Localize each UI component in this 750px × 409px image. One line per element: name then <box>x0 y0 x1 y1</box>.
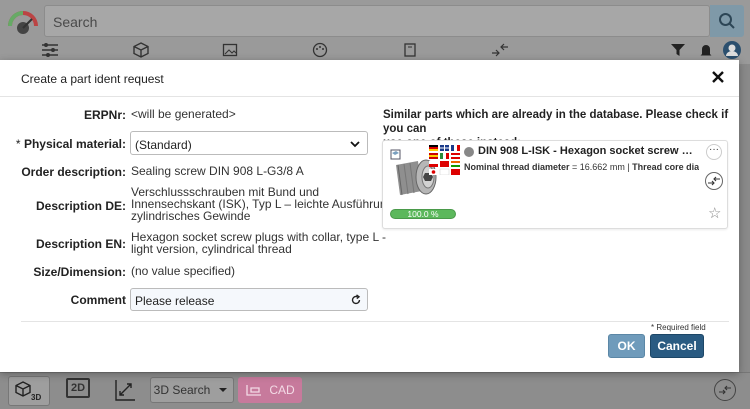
palette-icon[interactable] <box>312 40 328 60</box>
app-header: Search <box>0 0 750 64</box>
dimension-icon <box>115 380 135 401</box>
part-title[interactable]: DIN 908 L-ISK - Hexagon socket screw plu… <box>478 145 694 157</box>
search-button[interactable] <box>710 5 744 37</box>
chevron-down-icon <box>350 141 360 148</box>
compare-button[interactable] <box>714 379 736 401</box>
comment-value: Please release <box>135 294 215 308</box>
comment-label: Comment <box>70 293 126 307</box>
similarity-progress-bar: 100.0 % <box>390 209 456 219</box>
dialog-header-divider <box>0 96 739 97</box>
order-description-value: Sealing screw DIN 908 L-G3/8 A <box>131 164 304 178</box>
attribute-label: Thread core diameter <box>632 162 699 172</box>
similar-parts-heading-line: Similar parts which are already in the d… <box>383 109 729 135</box>
view-2d-button[interactable]: 2D <box>66 378 90 398</box>
compare-arrows-icon[interactable] <box>490 40 510 60</box>
cad-icon <box>246 385 262 396</box>
user-avatar-icon[interactable] <box>722 40 742 60</box>
image-icon[interactable] <box>222 40 238 60</box>
ok-button[interactable]: OK <box>608 334 645 358</box>
material-select-value: (Standard) <box>135 138 192 152</box>
toolbar <box>0 40 750 62</box>
description-en-label: Description EN: <box>35 237 126 251</box>
search-input[interactable]: Search <box>44 5 710 37</box>
cube-icon[interactable] <box>132 40 150 60</box>
comment-input[interactable]: Please release <box>130 288 368 311</box>
dimension-button[interactable] <box>113 377 137 403</box>
part-attributes: Nominal thread diameter = 16.662 mm | Th… <box>464 162 699 172</box>
bell-icon[interactable] <box>698 40 714 60</box>
compare-part-button[interactable] <box>705 172 723 190</box>
size-dimension-label: Size/Dimension: <box>33 265 126 279</box>
material-label-text: Physical material: <box>23 137 126 151</box>
material-select[interactable]: (Standard) <box>130 131 368 155</box>
description-de-value: Verschlussschrauben mit Bund und Innense… <box>131 186 397 222</box>
part-ident-request-dialog: Create a part ident request ERPNr: <will… <box>0 60 739 372</box>
caret-down-icon <box>219 388 228 392</box>
search-placeholder: Search <box>53 14 98 30</box>
size-dimension-value: (no value specified) <box>131 264 236 278</box>
attribute-label: Nominal thread diameter <box>464 162 570 172</box>
compare-arrows-icon <box>719 385 731 395</box>
similar-part-card[interactable]: DIN 908 L-ISK - Hexagon socket screw plu… <box>382 140 728 229</box>
3d-search-dropdown[interactable]: 3D Search <box>150 377 234 403</box>
sliders-icon[interactable] <box>40 40 60 60</box>
description-de-line: zylindrisches Gewinde <box>131 209 251 223</box>
dialog-title: Create a part ident request <box>21 72 164 86</box>
reset-icon[interactable] <box>350 294 362 306</box>
cad-button[interactable]: CAD <box>238 377 302 403</box>
view-3d-label: 3D <box>31 393 41 402</box>
order-description-label: Order description: <box>21 165 126 179</box>
compare-arrows-icon <box>708 176 720 186</box>
description-en-line: light version, cylindrical thread <box>131 242 292 256</box>
required-marker: * <box>15 137 24 151</box>
attribute-value: = 16.662 mm | <box>569 162 633 172</box>
status-dot <box>464 147 474 157</box>
description-de-label: Description DE: <box>35 199 126 213</box>
search-icon <box>719 13 735 29</box>
cube-3d-icon: 3D <box>15 381 41 402</box>
required-field-note: * Required field <box>651 323 706 332</box>
language-flags-icon <box>429 145 460 175</box>
cancel-button[interactable]: Cancel <box>650 334 704 358</box>
description-en-value: Hexagon socket screw plugs with collar, … <box>131 231 386 255</box>
3d-search-label: 3D Search <box>153 383 211 397</box>
more-options-button[interactable]: ··· <box>706 144 722 160</box>
erpnr-label: ERPNr: <box>83 108 126 122</box>
favorite-star-icon[interactable]: ☆ <box>708 206 721 221</box>
app-logo-icon[interactable] <box>6 8 40 36</box>
similarity-progress-label: 100.0 % <box>407 209 439 219</box>
filter-icon[interactable] <box>670 40 686 60</box>
erpnr-value: <will be generated> <box>131 107 236 121</box>
view-3d-button[interactable]: 3D <box>8 376 50 406</box>
view-2d-label: 2D <box>70 382 86 394</box>
dialog-footer-divider <box>21 321 729 322</box>
cad-label: CAD <box>269 383 295 397</box>
book-icon[interactable] <box>402 40 418 60</box>
material-label: * Physical material: <box>0 137 126 151</box>
bottom-toolbar: 3D 2D 3D Search CAD <box>0 372 750 409</box>
close-icon[interactable] <box>710 69 726 85</box>
